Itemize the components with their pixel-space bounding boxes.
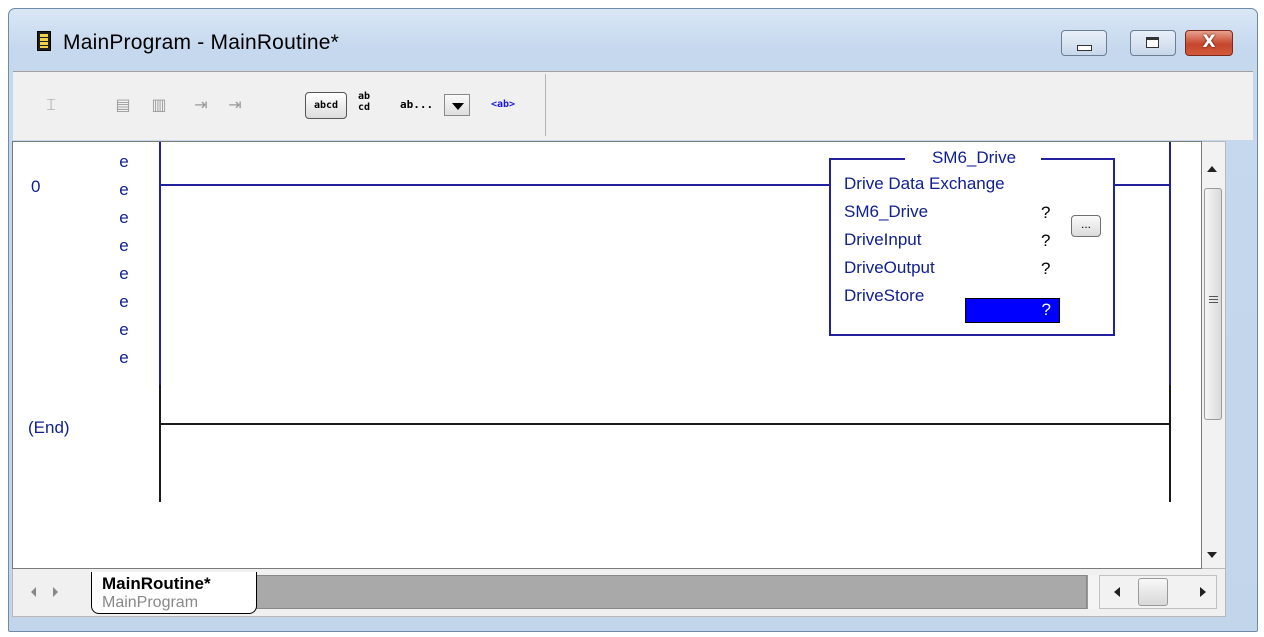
branch-icon[interactable]: ⌶: [41, 96, 61, 114]
scroll-up-icon[interactable]: [1207, 166, 1217, 172]
text-format-combo-value: ab...: [400, 98, 434, 111]
minimize-icon: [1077, 45, 1092, 51]
ladder-editor[interactable]: 0 e e e e e e e e (End) SM6_Drive Drive …: [12, 141, 1202, 569]
goto-icon[interactable]: ⇥: [191, 96, 211, 114]
ladder-toolbar: ⌶ ▤ ▥ ⇥ ⇥ abcd ab cd ab... <ab>: [15, 74, 546, 136]
edit-marker: e: [119, 180, 129, 199]
tab-scroll-right-icon[interactable]: [53, 587, 58, 597]
stacked-text-bottom: cd: [358, 102, 371, 113]
edit-marker: e: [119, 320, 129, 339]
edit-marker: e: [119, 152, 129, 171]
operand-label: DriveOutput: [844, 258, 935, 277]
rung-number[interactable]: 0: [31, 177, 40, 197]
operand-label: SM6_Drive: [844, 202, 929, 221]
tab-subtitle: MainProgram: [102, 594, 199, 611]
operand-value-text: ?: [1041, 300, 1051, 319]
operand-value-selected[interactable]: ?: [965, 298, 1060, 323]
abcd-toggle-button[interactable]: abcd: [305, 92, 347, 119]
instruction-block-border: [1041, 158, 1115, 160]
chevron-down-icon[interactable]: [444, 94, 470, 116]
horizontal-scroll-thumb[interactable]: [1138, 578, 1168, 606]
tab-bar: MainRoutine* MainProgram: [12, 569, 1226, 617]
end-rung-label[interactable]: (End): [28, 418, 70, 438]
rung-wire[interactable]: [161, 184, 829, 186]
horizontal-scrollbar[interactable]: [1099, 575, 1217, 609]
stacked-text-top: ab: [358, 91, 371, 102]
vertical-scroll-thumb[interactable]: [1204, 188, 1222, 420]
left-power-rail-rung: [159, 142, 161, 385]
edit-marker: e: [119, 348, 129, 367]
toolbar-area: ⌶ ▤ ▥ ⇥ ⇥ abcd ab cd ab... <ab>: [13, 71, 1253, 140]
edit-marker-column: e e e e e e e e: [117, 150, 131, 374]
close-button[interactable]: X: [1185, 30, 1233, 56]
tab-title: MainRoutine*: [102, 574, 211, 593]
instruction-title: SM6_Drive: [931, 148, 1017, 167]
stacked-text-button[interactable]: ab cd: [358, 91, 378, 113]
vertical-scrollbar[interactable]: [1202, 141, 1226, 569]
rung-wire-output[interactable]: [1114, 184, 1170, 186]
operand-value[interactable]: ?: [1041, 231, 1050, 251]
scroll-left-icon[interactable]: [1114, 587, 1120, 597]
edit-marker: e: [119, 264, 129, 283]
tab-strip: [249, 575, 1087, 609]
tab-mainroutine[interactable]: MainRoutine* MainProgram: [91, 572, 257, 614]
scroll-right-icon[interactable]: [1200, 587, 1206, 597]
title-bar[interactable]: MainProgram - MainRoutine* X: [9, 9, 1257, 73]
instruction-block-border: [829, 158, 905, 160]
browse-button[interactable]: ...: [1071, 215, 1101, 237]
rung-up-icon[interactable]: ▤: [113, 96, 133, 114]
edit-marker: e: [119, 292, 129, 311]
instruction-description: Drive Data Exchange: [844, 174, 1005, 193]
grip-icon: [1209, 296, 1218, 297]
operand-label: DriveInput: [844, 230, 922, 249]
right-power-rail-rung: [1169, 142, 1171, 385]
ladder-app-icon: [37, 31, 51, 51]
edit-marker: e: [119, 236, 129, 255]
rung-down-icon[interactable]: ▥: [149, 96, 169, 114]
end-rung-wire: [161, 423, 1170, 425]
close-icon: X: [1202, 32, 1216, 52]
text-format-combo[interactable]: ab...: [400, 92, 473, 118]
goto-end-icon[interactable]: ⇥: [225, 96, 245, 114]
scroll-down-icon[interactable]: [1207, 552, 1217, 558]
maximize-button[interactable]: [1130, 30, 1176, 56]
maximize-icon: [1146, 37, 1159, 48]
operand-value[interactable]: ?: [1041, 203, 1050, 223]
operand-label: DriveStore: [844, 286, 925, 305]
tab-scroll-left-icon[interactable]: [31, 587, 36, 597]
window-title: MainProgram - MainRoutine*: [63, 31, 339, 54]
operand-value[interactable]: ?: [1041, 259, 1050, 279]
tag-format-button[interactable]: <ab>: [491, 92, 515, 118]
instruction-block[interactable]: SM6_Drive Drive Data Exchange SM6_Drive …: [829, 148, 1115, 336]
minimize-button[interactable]: [1061, 30, 1107, 56]
edit-marker: e: [119, 208, 129, 227]
